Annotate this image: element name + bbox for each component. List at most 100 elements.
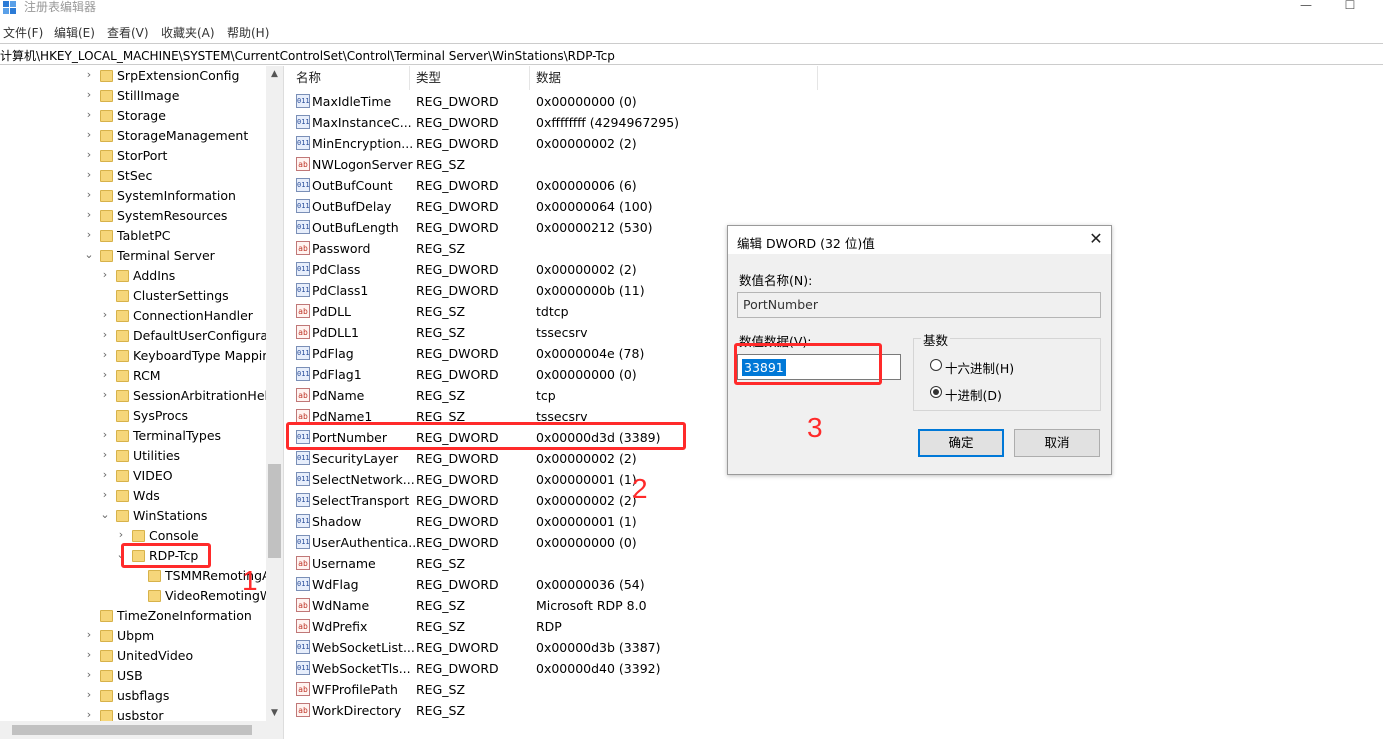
menu-help[interactable]: 帮助(H)	[227, 24, 269, 41]
tree-item[interactable]: › USB	[0, 666, 266, 686]
maximize-button[interactable]: ☐	[1330, 0, 1370, 14]
tree-item[interactable]: › Storage	[0, 106, 266, 126]
scroll-up-icon[interactable]: ▲	[266, 66, 283, 82]
scroll-down-icon[interactable]: ▼	[266, 705, 283, 721]
chevron-right-icon[interactable]: ›	[83, 148, 95, 162]
tree-horizontal-scrollbar[interactable]	[0, 721, 283, 739]
tree-item[interactable]: › RCM	[0, 366, 266, 386]
table-row[interactable]: 011 MinEncryption... REG_DWORD 0x00000002 (…	[290, 133, 810, 154]
tree-scroll-thumb[interactable]	[268, 464, 281, 558]
tree-item[interactable]: › StillImage	[0, 86, 266, 106]
chevron-right-icon[interactable]: ›	[83, 628, 95, 642]
chevron-right-icon[interactable]: ›	[83, 648, 95, 662]
tree-item[interactable]: › DefaultUserConfigurati	[0, 326, 277, 346]
table-row[interactable]: 011 SelectTransport REG_DWORD 0x00000002 (2…	[290, 490, 810, 511]
chevron-down-icon[interactable]: ⌄	[83, 248, 95, 262]
tree-item[interactable]: ClusterSettings	[0, 286, 266, 306]
tree-item[interactable]: › UnitedVideo	[0, 646, 266, 666]
chevron-right-icon[interactable]: ›	[99, 488, 111, 502]
tree-item[interactable]: › Ubpm	[0, 626, 266, 646]
tree-item[interactable]: ⌄ WinStations	[0, 506, 266, 526]
chevron-right-icon[interactable]: ›	[83, 68, 95, 82]
chevron-right-icon[interactable]: ›	[83, 128, 95, 142]
table-row[interactable]: ab Username REG_SZ	[290, 553, 810, 574]
tree-item[interactable]: › TabletPC	[0, 226, 266, 246]
tree-item[interactable]: TSMMRemotingA	[0, 566, 271, 586]
chevron-right-icon[interactable]: ›	[99, 308, 111, 322]
table-row[interactable]: 011 MaxIdleTime REG_DWORD 0x00000000 (0)	[290, 91, 810, 112]
column-header-data[interactable]: 数据	[530, 66, 818, 90]
chevron-right-icon[interactable]: ›	[83, 108, 95, 122]
table-row[interactable]: ab NWLogonServer REG_SZ	[290, 154, 810, 175]
menu-edit[interactable]: 编辑(E)	[54, 24, 95, 41]
tree-item[interactable]: › usbflags	[0, 686, 266, 706]
menu-favorites[interactable]: 收藏夹(A)	[161, 24, 215, 41]
chevron-right-icon[interactable]: ›	[83, 668, 95, 682]
tree-item[interactable]: TimeZoneInformation	[0, 606, 266, 626]
tree-item[interactable]: › TerminalTypes	[0, 426, 266, 446]
chevron-right-icon[interactable]: ›	[99, 348, 111, 362]
decimal-radio-label[interactable]: 十进制(D)	[945, 385, 1002, 404]
tree-item[interactable]: VideoRemotingW	[0, 586, 272, 606]
tree-item[interactable]: › SrpExtensionConfig	[0, 66, 266, 86]
chevron-right-icon[interactable]: ›	[99, 448, 111, 462]
ok-button[interactable]: 确定	[918, 429, 1004, 457]
tree-item[interactable]: › AddIns	[0, 266, 266, 286]
tree-item[interactable]: › SystemInformation	[0, 186, 266, 206]
table-row[interactable]: 011 WebSocketTls... REG_DWORD 0x00000d40 (3…	[290, 658, 810, 679]
chevron-right-icon[interactable]: ›	[83, 88, 95, 102]
minimize-button[interactable]: —	[1286, 0, 1326, 14]
table-row[interactable]: ab WFProfilePath REG_SZ	[290, 679, 810, 700]
table-row[interactable]: ab WorkDirectory REG_SZ	[290, 700, 810, 721]
chevron-right-icon[interactable]: ›	[83, 168, 95, 182]
tree-hscroll-thumb[interactable]	[12, 725, 252, 735]
tree-item[interactable]: › SystemResources	[0, 206, 266, 226]
tree-item[interactable]: › StSec	[0, 166, 266, 186]
chevron-right-icon[interactable]: ›	[99, 468, 111, 482]
tree-item[interactable]: › KeyboardType Mappin	[0, 346, 270, 366]
cancel-button[interactable]: 取消	[1014, 429, 1100, 457]
address-path[interactable]: 计算机\HKEY_LOCAL_MACHINE\SYSTEM\CurrentCon…	[0, 47, 615, 64]
table-row[interactable]: 011 Shadow REG_DWORD 0x00000001 (1)	[290, 511, 810, 532]
tree-item[interactable]: ⌄ Terminal Server	[0, 246, 266, 266]
tree-item[interactable]: › Utilities	[0, 446, 266, 466]
chevron-right-icon[interactable]: ›	[83, 208, 95, 222]
table-row[interactable]: 011 OutBufCount REG_DWORD 0x00000006 (6)	[290, 175, 810, 196]
column-header-name[interactable]: 名称	[290, 66, 410, 90]
tree-item[interactable]: › SessionArbitrationHelp	[0, 386, 276, 406]
table-row[interactable]: 011 OutBufDelay REG_DWORD 0x00000064 (100)	[290, 196, 810, 217]
decimal-radio[interactable]	[930, 386, 942, 398]
chevron-right-icon[interactable]: ›	[99, 388, 111, 402]
menu-view[interactable]: 查看(V)	[107, 24, 149, 41]
chevron-right-icon[interactable]: ›	[83, 188, 95, 202]
tree-vertical-scrollbar[interactable]: ▲ ▼	[266, 66, 283, 721]
chevron-right-icon[interactable]: ›	[99, 368, 111, 382]
chevron-right-icon[interactable]: ›	[83, 228, 95, 242]
tree-item[interactable]: › StorageManagement	[0, 126, 266, 146]
tree-item[interactable]: › Wds	[0, 486, 266, 506]
table-row[interactable]: 011 MaxInstanceC... REG_DWORD 0xffffffff (4…	[290, 112, 810, 133]
column-header-type[interactable]: 类型	[410, 66, 530, 90]
tree-item[interactable]: › VIDEO	[0, 466, 266, 486]
table-row[interactable]: ab WdName REG_SZ Microsoft RDP 8.0	[290, 595, 810, 616]
tree-item[interactable]: SysProcs	[0, 406, 266, 426]
tree-item[interactable]: › StorPort	[0, 146, 266, 166]
chevron-right-icon[interactable]: ›	[99, 328, 111, 342]
chevron-right-icon[interactable]: ›	[99, 428, 111, 442]
hex-radio-label[interactable]: 十六进制(H)	[945, 358, 1014, 377]
chevron-right-icon[interactable]: ›	[83, 708, 95, 722]
address-bar[interactable]: 计算机\HKEY_LOCAL_MACHINE\SYSTEM\CurrentCon…	[0, 43, 1383, 65]
close-icon[interactable]: ✕	[1087, 230, 1105, 248]
table-row[interactable]: ab WdPrefix REG_SZ RDP	[290, 616, 810, 637]
tree-item[interactable]: › ConnectionHandler	[0, 306, 266, 326]
chevron-right-icon[interactable]: ›	[83, 688, 95, 702]
chevron-down-icon[interactable]: ⌄	[99, 508, 111, 522]
menu-file[interactable]: 文件(F)	[3, 24, 43, 41]
hex-radio[interactable]	[930, 359, 942, 371]
chevron-right-icon[interactable]: ›	[99, 268, 111, 282]
key-tree[interactable]: › SrpExtensionConfig › StillImage › Storage › S…	[0, 66, 284, 739]
table-row[interactable]: 011 WdFlag REG_DWORD 0x00000036 (54)	[290, 574, 810, 595]
table-row[interactable]: 011 WebSocketList... REG_DWORD 0x00000d3b (…	[290, 637, 810, 658]
table-row[interactable]: 011 UserAuthentica... REG_DWORD 0x00000000 …	[290, 532, 810, 553]
chevron-right-icon[interactable]: ›	[115, 528, 127, 542]
